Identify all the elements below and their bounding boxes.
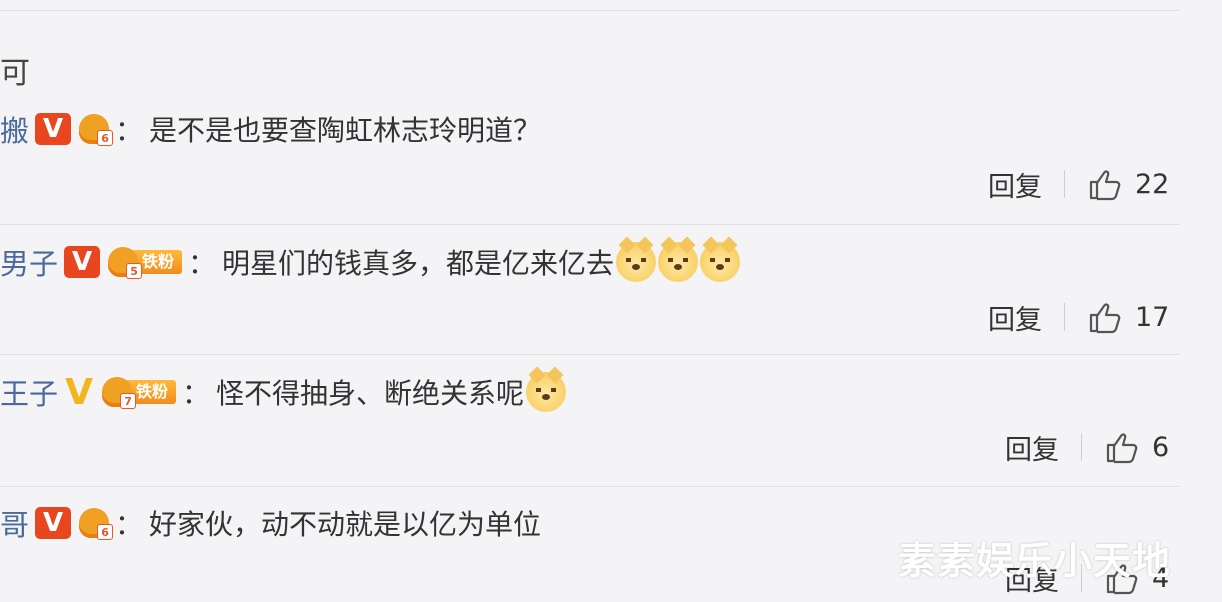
- reply-button[interactable]: 回复: [988, 298, 1042, 337]
- vip-badge-icon: V: [64, 246, 101, 278]
- divider: [0, 486, 1180, 487]
- fan-heart-icon: 7: [102, 377, 137, 409]
- fan-heart-icon: 6: [79, 508, 114, 540]
- comment-line: 搬 V 6 ： 是不是也要查陶虹林志玲明道？: [0, 104, 541, 154]
- fan-badge: 6: [79, 112, 114, 146]
- fan-level: 7: [120, 393, 137, 409]
- comment-line: 男子 V 5 铁粉 ： 明星们的钱真多，都是亿来亿去: [0, 237, 741, 287]
- doge-emoji-icon: [700, 242, 741, 282]
- like-count: 17: [1135, 301, 1170, 333]
- fan-level: 5: [126, 263, 143, 279]
- vip-badge-icon: V: [65, 371, 93, 413]
- comment-actions: 回复 17: [988, 295, 1169, 339]
- fan-level: 6: [97, 524, 114, 540]
- comment-actions: 回复 22: [988, 162, 1169, 206]
- action-separator: [1064, 303, 1065, 331]
- colon: ：: [188, 247, 217, 280]
- doge-emoji-icon: [526, 372, 567, 412]
- username[interactable]: 哥: [0, 502, 29, 544]
- thumbs-up-icon[interactable]: [1087, 166, 1123, 202]
- colon: ：: [115, 508, 144, 541]
- username[interactable]: 王子: [0, 371, 58, 413]
- reply-button[interactable]: 回复: [988, 165, 1042, 204]
- comment-line: 哥 V 6 ： 好家伙，动不动就是以亿为单位: [0, 498, 541, 548]
- thumbs-up-icon[interactable]: [1104, 429, 1140, 465]
- doge-emoji-icon: [616, 242, 657, 282]
- divider-top: [0, 10, 1180, 11]
- comment-text: 怪不得抽身、断绝关系呢: [216, 377, 525, 410]
- fan-heart-icon: 5: [108, 247, 143, 279]
- divider: [0, 224, 1180, 225]
- reply-button[interactable]: 回复: [1005, 428, 1059, 467]
- divider: [0, 354, 1180, 355]
- comment-text: 好家伙，动不动就是以亿为单位: [149, 508, 542, 541]
- comment-text: 是不是也要查陶虹林志玲明道？: [149, 114, 542, 147]
- like-count: 6: [1152, 431, 1170, 463]
- action-separator: [1081, 433, 1082, 461]
- comment-line: 王子 V 7 铁粉 ： 怪不得抽身、断绝关系呢: [0, 367, 567, 417]
- vip-badge-icon: V: [35, 113, 72, 145]
- action-separator: [1064, 170, 1065, 198]
- fan-badge: 5 铁粉: [108, 245, 183, 279]
- doge-emoji-icon: [658, 242, 699, 282]
- fan-level: 6: [97, 130, 114, 146]
- colon: ：: [182, 377, 211, 410]
- fan-heart-icon: 6: [79, 114, 114, 146]
- comment-actions: 回复 6: [1005, 425, 1169, 469]
- like-count: 22: [1135, 168, 1170, 200]
- username[interactable]: 男子: [0, 241, 58, 283]
- comment-text: 明星们的钱真多，都是亿来亿去: [222, 247, 615, 280]
- fan-badge: 6: [79, 506, 114, 540]
- watermark: 素素娱乐小天地: [898, 539, 1172, 583]
- colon: ：: [115, 114, 144, 147]
- vip-badge-icon: V: [35, 507, 72, 539]
- stray-char: 可: [0, 56, 30, 91]
- username[interactable]: 搬: [0, 108, 29, 150]
- thumbs-up-icon[interactable]: [1087, 299, 1123, 335]
- fan-badge: 7 铁粉: [102, 375, 177, 409]
